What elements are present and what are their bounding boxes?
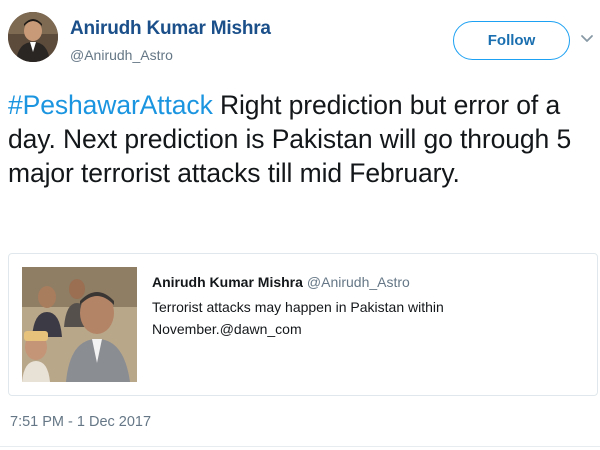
tweet-text: #PeshawarAttack Right prediction but err… [8,88,598,190]
quoted-author: Anirudh Kumar Mishra @Anirudh_Astro [152,274,410,290]
avatar[interactable] [8,12,58,62]
quoted-tweet-image [22,267,137,382]
quoted-author-name: Anirudh Kumar Mishra [152,274,303,290]
quoted-tweet[interactable]: Anirudh Kumar Mishra @Anirudh_Astro Terro… [8,253,598,396]
hashtag-link[interactable]: #PeshawarAttack [8,90,213,120]
chevron-down-icon[interactable] [580,34,594,44]
divider [0,446,600,447]
follow-button[interactable]: Follow [453,21,570,60]
tweet-timestamp[interactable]: 7:51 PM - 1 Dec 2017 [10,414,151,430]
author-handle[interactable]: @Anirudh_Astro [70,47,173,63]
avatar-image [8,12,58,62]
tweet-card: Anirudh Kumar Mishra @Anirudh_Astro Foll… [0,0,600,450]
author-name[interactable]: Anirudh Kumar Mishra [70,18,271,40]
quoted-tweet-text: Terrorist attacks may happen in Pakistan… [152,299,444,337]
quoted-author-handle: @Anirudh_Astro [306,274,410,290]
